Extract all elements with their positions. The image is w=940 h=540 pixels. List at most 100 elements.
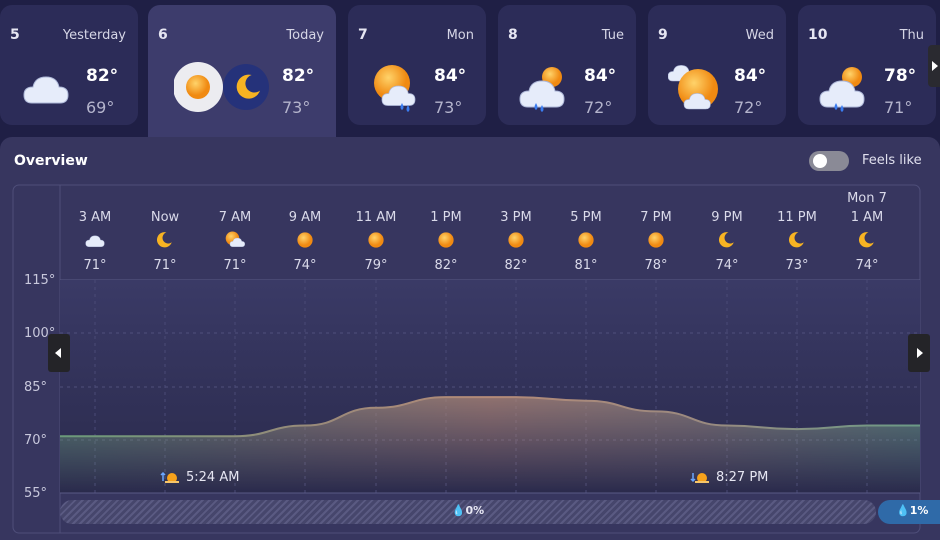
day-label: Tue [601, 28, 624, 43]
day-high-temp: 82° [86, 66, 119, 86]
hour-temp: 71° [153, 258, 177, 273]
moon-icon [856, 229, 878, 251]
droplet-icon: 💧 [896, 504, 910, 517]
precipitation-bar-today: 💧0% [60, 500, 876, 524]
hour-temp: 79° [364, 258, 388, 273]
sunset-icon [690, 473, 709, 483]
sun-icon [435, 229, 457, 251]
sun-icon [505, 229, 527, 251]
day-label: Yesterday [62, 28, 126, 43]
day-strip: 5 Yesterday 82° 69° 6 Today 82° 73° 7 Mon 84° 73° 8 T… [0, 0, 940, 145]
day-card-tue[interactable]: 8 Tue 84° 72° [498, 5, 636, 125]
hour-time-label: 1 PM [430, 210, 462, 225]
overview-title: Overview [14, 153, 88, 169]
day-number: 6 [158, 27, 168, 43]
precipitation-bar-next: 💧1% [878, 500, 940, 524]
day-high-temp: 82° [282, 66, 315, 86]
day-card-today[interactable]: 6 Today 82° 73° [148, 5, 336, 145]
day-number: 9 [658, 27, 668, 43]
moon-icon [786, 229, 808, 251]
chart-scroll-right-button[interactable] [908, 334, 930, 372]
hour-temp: 71° [223, 258, 247, 273]
hour-time-label: 9 AM [288, 210, 322, 225]
day-high-temp: 84° [734, 66, 767, 86]
y-tick-label: 115° [24, 273, 56, 288]
day-card-mon[interactable]: 7 Mon 84° 73° [348, 5, 486, 125]
day-card-wed[interactable]: 9 Wed 84° 72° [648, 5, 786, 125]
moon-icon [716, 229, 738, 251]
hour-temp: 82° [504, 258, 528, 273]
hour-time-label: 11 PM [777, 210, 817, 225]
sun-icon [645, 229, 667, 251]
hour-temp: 82° [434, 258, 458, 273]
day-card-thu[interactable]: 10 Thu 78° 71° [798, 5, 936, 125]
hour-temp: 74° [293, 258, 317, 273]
sunset-time: 8:27 PM [716, 469, 769, 485]
y-tick-label: 70° [24, 433, 48, 448]
precip-today-value: 0% [465, 504, 485, 517]
day-label: Thu [899, 28, 924, 43]
day-label: Today [286, 28, 324, 43]
sun-moon-icon [173, 61, 274, 113]
sunrise-icon [160, 471, 179, 483]
hour-temp: 71° [83, 258, 107, 273]
overview-panel: Overview Feels like [0, 137, 940, 540]
sunset-marker: 8:27 PM [690, 469, 768, 485]
hour-time-label: Now [150, 210, 180, 225]
sun-cloud-icon [224, 229, 246, 251]
cloud-rain-sun-icon [818, 63, 874, 115]
day-low-temp: 72° [734, 98, 763, 117]
toggle-knob [813, 154, 827, 168]
day-low-temp: 72° [584, 98, 613, 117]
cloud-rain-sun-icon [518, 63, 574, 115]
day-high-temp: 84° [584, 66, 617, 86]
day-number: 10 [808, 27, 828, 43]
y-tick-label: 55° [24, 486, 48, 501]
hour-temp: 74° [855, 258, 879, 273]
sunrise-time: 5:24 AM [186, 469, 240, 485]
hour-time-label: 11 AM [355, 210, 397, 225]
hour-temp: 73° [785, 258, 809, 273]
day-high-temp: 78° [884, 66, 917, 86]
moon-icon [154, 229, 176, 251]
day-number: 5 [10, 27, 20, 43]
hour-temp: 74° [715, 258, 739, 273]
hour-time-label: 3 AM [78, 210, 112, 225]
hour-time-label: 5 PM [570, 210, 602, 225]
cloud-icon [84, 229, 106, 251]
partly-sunny-icon [667, 63, 724, 115]
sun-icon [575, 229, 597, 251]
hour-time-label: 1 AM [850, 210, 884, 225]
day-label: Wed [745, 28, 774, 43]
droplet-icon: 💧 [451, 504, 466, 517]
day-high-temp: 84° [434, 66, 467, 86]
day-label: Mon [446, 28, 474, 43]
hour-time-label: 7 AM [218, 210, 252, 225]
hour-temp: 78° [644, 258, 668, 273]
sun-cloud-rain-icon [368, 63, 424, 115]
feels-like-label: Feels like [862, 153, 922, 168]
precip-today-label: 💧0% [60, 504, 876, 517]
sunrise-marker: 5:24 AM [160, 469, 239, 485]
hour-date-label: Mon 7 [847, 191, 887, 206]
chart-scroll-left-button[interactable] [48, 334, 70, 372]
day-number: 8 [508, 27, 518, 43]
precip-next-value: 1% [909, 504, 929, 517]
day-scroll-right-button[interactable] [928, 45, 940, 87]
y-tick-label: 85° [24, 380, 48, 395]
hour-temp: 81° [574, 258, 598, 273]
hour-time-label: 7 PM [640, 210, 672, 225]
day-low-temp: 73° [282, 98, 311, 117]
precip-next-label: 💧1% [896, 504, 928, 517]
day-low-temp: 71° [884, 98, 913, 117]
feels-like-toggle[interactable] [809, 151, 849, 171]
hour-time-label: 3 PM [500, 210, 532, 225]
sun-icon [365, 229, 387, 251]
cloudy-icon [20, 63, 76, 115]
hour-time-label: 9 PM [711, 210, 743, 225]
day-low-temp: 69° [86, 98, 115, 117]
day-low-temp: 73° [434, 98, 463, 117]
day-card-yesterday[interactable]: 5 Yesterday 82° 69° [0, 5, 138, 125]
sun-icon [294, 229, 316, 251]
day-number: 7 [358, 27, 368, 43]
